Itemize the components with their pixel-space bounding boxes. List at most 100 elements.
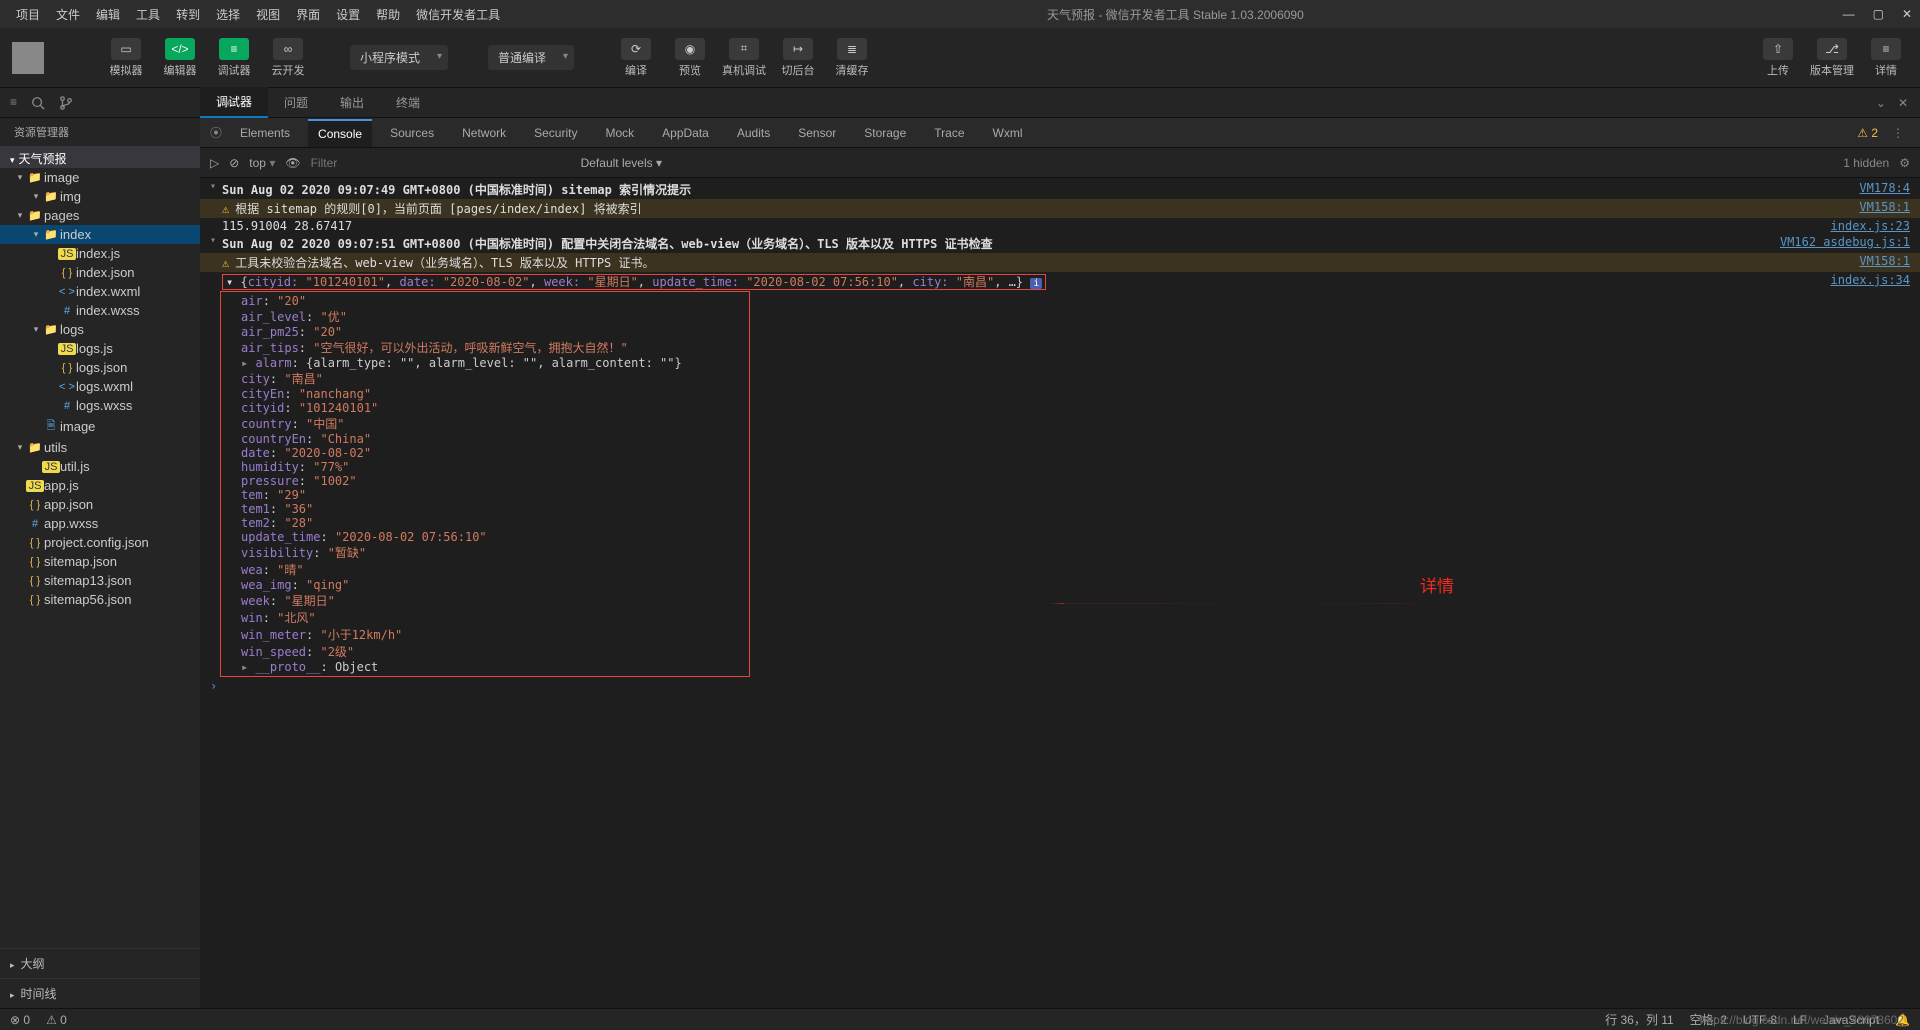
version-button[interactable]: ⎇版本管理 (1810, 38, 1854, 78)
devtools-tab[interactable]: Sensor (788, 120, 846, 146)
upload-button[interactable]: ⇧上传 (1756, 38, 1800, 78)
source-link[interactable]: index.js:23 (1831, 219, 1910, 233)
context-select[interactable]: top ▾ (249, 156, 275, 170)
close-icon[interactable]: ✕ (1902, 7, 1912, 21)
menu-item[interactable]: 微信开发者工具 (408, 6, 508, 23)
mode-select[interactable]: 小程序模式▾ (350, 45, 448, 70)
devtools-tab[interactable]: Network (452, 120, 516, 146)
compile-select[interactable]: 普通编译▾ (488, 45, 574, 70)
source-link[interactable]: VM158:1 (1859, 254, 1910, 268)
detail-button[interactable]: ≡详情 (1864, 38, 1908, 78)
kebab-icon[interactable]: ⋮ (1886, 126, 1910, 140)
tree-node[interactable]: #index.wxss (0, 301, 200, 320)
tree-node[interactable]: { }logs.json (0, 358, 200, 377)
status-errors[interactable]: ⊗ 0 (10, 1013, 30, 1027)
clearcache-button[interactable]: ≣清缓存 (830, 38, 874, 78)
source-link[interactable]: VM158:1 (1859, 200, 1910, 214)
gear-icon[interactable]: ⚙ (1899, 156, 1910, 170)
tree-node[interactable]: ▾📁img (0, 187, 200, 206)
levels-select[interactable]: Default levels ▾ (581, 156, 662, 170)
menu-item[interactable]: 项目 (8, 6, 48, 23)
avatar[interactable] (12, 42, 44, 74)
tree-node[interactable]: JSlogs.js (0, 339, 200, 358)
sidebar-panel[interactable]: ▸大纲 (0, 948, 200, 978)
panel-chevron-icon[interactable]: ⌄ (1876, 96, 1886, 110)
maximize-icon[interactable]: ▢ (1873, 7, 1884, 21)
tree-node[interactable]: ▾📁utils (0, 438, 200, 457)
tree-node[interactable]: < >logs.wxml (0, 377, 200, 396)
tree-node[interactable]: #logs.wxss (0, 396, 200, 415)
tree-node[interactable]: #app.wxss (0, 514, 200, 533)
cloud-button[interactable]: ∞云开发 (266, 38, 310, 78)
clear-icon[interactable]: ⊘ (229, 156, 239, 170)
minimize-icon[interactable]: — (1843, 7, 1855, 21)
menu-item[interactable]: 转到 (168, 6, 208, 23)
tree-node[interactable]: ▾📁index (0, 225, 200, 244)
collapse-icon[interactable]: ⇤ (225, 96, 235, 110)
menu-item[interactable]: 工具 (128, 6, 168, 23)
tree-node[interactable]: { }sitemap56.json (0, 590, 200, 609)
devtools-tab[interactable]: Trace (924, 120, 974, 146)
debugger-button[interactable]: ≡调试器 (212, 38, 256, 78)
tree-node[interactable]: ▾📁logs (0, 320, 200, 339)
tree-node[interactable]: JSapp.js (0, 476, 200, 495)
devtools-tab[interactable]: Wxml (983, 120, 1033, 146)
compile-button[interactable]: ⟳编译 (614, 38, 658, 78)
sidebar-panel[interactable]: ▸时间线 (0, 978, 200, 1008)
devtools-tab[interactable]: Console (308, 119, 372, 147)
realdebug-button[interactable]: ⌗真机调试 (722, 38, 766, 78)
status-warnings[interactable]: ⚠ 0 (46, 1013, 67, 1027)
tree-node[interactable]: JSindex.js (0, 244, 200, 263)
devtools-tab[interactable]: Sources (380, 120, 444, 146)
devtools-tab[interactable]: Elements (230, 120, 300, 146)
status-linecol[interactable]: 行 36，列 11 (1605, 1011, 1673, 1028)
menu-item[interactable]: 视图 (248, 6, 288, 23)
panel-close-icon[interactable]: ✕ (1898, 96, 1908, 110)
menu-item[interactable]: 选择 (208, 6, 248, 23)
devtools-tab[interactable]: Audits (727, 120, 780, 146)
devtools-tab[interactable]: Storage (854, 120, 916, 146)
tree-node[interactable]: { }sitemap13.json (0, 571, 200, 590)
menu-item[interactable]: 文件 (48, 6, 88, 23)
warning-badge: ⚠ 2 (1857, 126, 1878, 140)
eye-icon[interactable]: 👁 (285, 156, 300, 170)
devtools-tab[interactable]: Security (524, 120, 587, 146)
console-prompt[interactable]: › (200, 677, 1920, 695)
tree-node[interactable]: { }project.config.json (0, 533, 200, 552)
menu-item[interactable]: 编辑 (88, 6, 128, 23)
source-link[interactable]: VM178:4 (1859, 181, 1910, 195)
panel-tab[interactable]: 输出 (324, 88, 380, 117)
devtools-tab[interactable]: Mock (595, 120, 644, 146)
editor-button[interactable]: </>编辑器 (158, 38, 202, 78)
watermark: https://blog.csdn.net/weixin_48678602 (1700, 1013, 1904, 1027)
devtools-tab[interactable]: AppData (652, 120, 719, 146)
tree-node[interactable]: < >index.wxml (0, 282, 200, 301)
preview-button[interactable]: ◉预览 (668, 38, 712, 78)
console-line: ▾ {cityid: "101240101", date: "2020-08-0… (200, 272, 1920, 291)
menu-item[interactable]: 帮助 (368, 6, 408, 23)
panel-tab[interactable]: 终端 (380, 88, 436, 117)
chevron-down-icon: ▾ (563, 51, 568, 62)
console-object: air: "20" air_level: "优" air_pm25: "20" … (220, 291, 750, 677)
source-link[interactable]: index.js:34 (1831, 273, 1910, 287)
inspect-icon[interactable]: ⦿ (210, 124, 222, 141)
background-button[interactable]: ↦切后台 (776, 38, 820, 78)
panel-tab[interactable]: 问题 (268, 88, 324, 117)
tree-node[interactable]: ▾📁pages (0, 206, 200, 225)
tree-node[interactable]: { }sitemap.json (0, 552, 200, 571)
menu-item[interactable]: 界面 (288, 6, 328, 23)
simulator-button[interactable]: ▭模拟器 (104, 38, 148, 78)
tree-node[interactable]: JSutil.js (0, 457, 200, 476)
menu-item[interactable]: 设置 (328, 6, 368, 23)
branch-icon[interactable] (59, 95, 73, 110)
tree-node[interactable]: { }index.json (0, 263, 200, 282)
tree-node[interactable]: ▾📁image (0, 168, 200, 187)
devtools-panel: ⦿ Elements Console Sources Network Security M… (200, 118, 1920, 1008)
filter-input[interactable] (311, 156, 571, 170)
tree-node[interactable]: 🗎image (0, 415, 200, 438)
source-link[interactable]: VM162 asdebug.js:1 (1780, 235, 1910, 249)
menu-icon[interactable]: ≡ (10, 95, 17, 109)
search-icon[interactable] (31, 95, 45, 110)
tree-node[interactable]: { }app.json (0, 495, 200, 514)
play-icon[interactable]: ▷ (210, 156, 219, 170)
